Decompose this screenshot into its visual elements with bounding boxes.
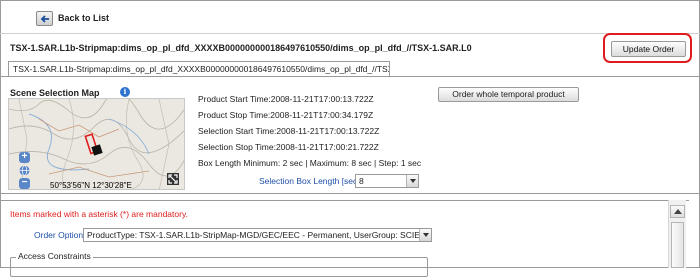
selection-start-time: Selection Start Time:2008-11-21T17:00:13… — [198, 126, 380, 136]
selection-box-length-select[interactable]: 8 — [355, 174, 419, 188]
product-start-time: Product Start Time:2008-11-21T17:00:13.7… — [198, 94, 374, 104]
back-button[interactable] — [36, 11, 53, 26]
selection-box-length-value: 8 — [359, 176, 364, 186]
info-icon[interactable]: i — [120, 87, 130, 97]
order-option-select[interactable]: ProductType: TSX-1.SAR.L1b-StripMap-MGD/… — [83, 228, 432, 242]
map-terrain — [9, 99, 184, 189]
chevron-up-icon — [674, 209, 682, 214]
order-whole-product-button[interactable]: Order whole temporal product — [438, 87, 579, 102]
scene-selection-map[interactable]: + − — [8, 98, 185, 190]
chevron-down-icon — [406, 175, 418, 187]
arrow-left-icon — [40, 15, 49, 23]
product-stop-time: Product Stop Time:2008-11-21T17:00:34.17… — [198, 110, 374, 120]
zoom-out-button[interactable]: − — [19, 178, 30, 189]
header-divider — [0, 33, 700, 34]
scroll-up-button[interactable] — [670, 205, 685, 218]
tab-divider — [0, 76, 700, 77]
selection-stop-time: Selection Stop Time:2008-11-21T17:00:21.… — [198, 142, 379, 152]
section-divider — [0, 193, 700, 194]
scroll-thumb[interactable] — [671, 222, 684, 268]
map-coordinates: 50°53'56"N 12°30'28"E — [50, 181, 132, 190]
scene-map-title: Scene Selection Map — [10, 88, 100, 98]
back-to-list-link[interactable]: Back to List — [58, 13, 109, 23]
form-scrollbar[interactable] — [668, 200, 686, 268]
chevron-down-icon — [419, 229, 431, 241]
order-option-value: ProductType: TSX-1.SAR.L1b-StripMap-MGD/… — [87, 230, 432, 240]
mandatory-note: Items marked with a asterisk (*) are man… — [10, 209, 188, 219]
order-option-label: Order Option : — [34, 230, 88, 240]
fullscreen-icon[interactable] — [167, 173, 179, 185]
update-order-button[interactable]: Update Order — [611, 41, 686, 57]
product-title: TSX-1.SAR.L1b-Stripmap:dims_op_pl_dfd_XX… — [10, 43, 472, 53]
update-order-highlight: Update Order — [603, 33, 692, 63]
selection-box-length-label: Selection Box Length [sec] : — [259, 176, 365, 186]
tab-product[interactable]: TSX-1.SAR.L1b-Stripmap:dims_op_pl_dfd_XX… — [8, 61, 390, 77]
zoom-in-button[interactable]: + — [19, 152, 30, 163]
box-length-info: Box Length Minimum: 2 sec | Maximum: 8 s… — [198, 158, 422, 168]
globe-icon[interactable] — [19, 165, 30, 176]
access-constraints-legend: Access Constraints — [16, 251, 93, 261]
